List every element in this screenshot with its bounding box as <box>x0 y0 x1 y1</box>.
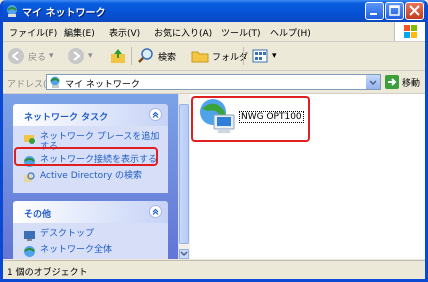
file-view: NWG OPT100 <box>190 94 425 259</box>
task-pane-scrollbar[interactable] <box>178 94 190 259</box>
chevron-up-icon <box>152 111 159 118</box>
search-button[interactable]: 検索 <box>137 47 176 65</box>
minimize-button[interactable] <box>365 2 384 20</box>
back-button[interactable]: 戻る ▾ <box>7 47 54 65</box>
up-folder-button[interactable] <box>109 47 127 65</box>
other-places-title: その他 <box>24 210 52 220</box>
views-button[interactable]: ▾ <box>251 47 277 65</box>
collapse-button[interactable] <box>149 108 162 121</box>
go-label: 移動 <box>402 78 421 89</box>
entire-network-icon <box>24 246 35 257</box>
network-places-icon <box>7 5 17 17</box>
windows-logo <box>394 22 425 41</box>
desktop-icon <box>24 231 35 241</box>
close-icon <box>409 5 420 16</box>
views-icon <box>252 49 268 63</box>
network-places-icon <box>50 76 60 88</box>
forward-arrow-icon <box>68 48 84 64</box>
toolbar: 戻る ▾ ▾ 検索 フォルダ ▾ <box>3 42 425 71</box>
address-bar: アドレス(D) マイ ネットワーク 移動 <box>3 71 425 94</box>
address-dropdown-button[interactable] <box>366 75 380 89</box>
chevron-down-icon: ▾ <box>272 51 277 61</box>
search-active-directory-link[interactable]: Active Directory の検索 <box>23 171 162 184</box>
address-value: マイ ネットワーク <box>65 80 140 90</box>
minimize-icon <box>370 13 377 15</box>
other-places-body: デスクトップ ネットワーク全体 <box>13 223 168 259</box>
menu-edit[interactable]: 編集(E) <box>64 26 95 39</box>
menu-help[interactable]: ヘルプ(H) <box>270 26 311 39</box>
task-pane: ネットワーク タスク ネットワーク プレースを追加する ネットワーク接続を表示す… <box>3 94 178 259</box>
up-folder-icon <box>111 49 125 63</box>
menu-view[interactable]: 表示(V) <box>109 26 140 39</box>
folder-icon <box>191 51 209 63</box>
maximize-icon <box>389 5 400 16</box>
go-button[interactable]: 移動 <box>385 75 420 89</box>
chevron-up-icon <box>152 208 159 215</box>
chevron-down-icon <box>369 80 377 86</box>
menu-favorites[interactable]: お気に入り(A) <box>154 26 212 39</box>
title-bar[interactable]: マイ ネットワーク <box>3 0 425 22</box>
chevron-down-icon: ▾ <box>88 51 93 61</box>
address-input[interactable]: マイ ネットワーク <box>46 74 381 90</box>
network-tasks-title: ネットワーク タスク <box>24 113 109 123</box>
network-tasks-header[interactable]: ネットワーク タスク <box>13 104 168 126</box>
go-arrow-icon <box>385 75 399 89</box>
entire-network-link[interactable]: ネットワーク全体 <box>23 245 162 258</box>
menu-bar: ファイル(F) 編集(E) 表示(V) お気に入り(A) ツール(T) ヘルプ(… <box>3 22 425 42</box>
back-label: 戻る <box>28 52 47 63</box>
back-arrow-icon <box>8 48 24 64</box>
desktop-link[interactable]: デスクトップ <box>23 229 162 242</box>
search-active-directory-label: Active Directory の検索 <box>40 171 143 181</box>
add-network-place-icon <box>24 135 35 144</box>
desktop-label: デスクトップ <box>40 229 95 239</box>
other-places-box: その他 デスクトップ ネットワーク全体 <box>13 201 168 259</box>
scroll-down-button[interactable] <box>179 249 189 259</box>
menu-tools[interactable]: ツール(T) <box>221 26 261 39</box>
chevron-down-icon: ▾ <box>49 51 54 61</box>
collapse-button[interactable] <box>149 205 162 218</box>
windows-flag-icon <box>404 25 417 38</box>
highlight-network-connections <box>14 147 158 166</box>
status-bar: 1 個のオブジェクト <box>3 260 425 279</box>
scrollbar-thumb[interactable] <box>179 104 189 244</box>
highlight-network-device <box>191 96 310 142</box>
folders-button[interactable]: フォルダ <box>191 47 248 65</box>
entire-network-label: ネットワーク全体 <box>40 245 113 255</box>
window-title: マイ ネットワーク <box>22 8 106 19</box>
chevron-down-icon <box>180 251 188 257</box>
status-text: 1 個のオブジェクト <box>7 268 88 278</box>
menu-file[interactable]: ファイル(F) <box>9 26 57 39</box>
directory-search-icon <box>24 172 35 182</box>
maximize-button[interactable] <box>385 2 404 20</box>
other-places-header[interactable]: その他 <box>13 201 168 223</box>
close-button[interactable] <box>405 2 424 20</box>
forward-button[interactable]: ▾ <box>67 47 93 65</box>
search-label: 検索 <box>158 52 177 63</box>
explorer-window: マイ ネットワーク ファイル(F) 編集(E) 表示(V) お気に入り(A) ツ… <box>0 0 428 282</box>
search-icon <box>138 48 153 63</box>
